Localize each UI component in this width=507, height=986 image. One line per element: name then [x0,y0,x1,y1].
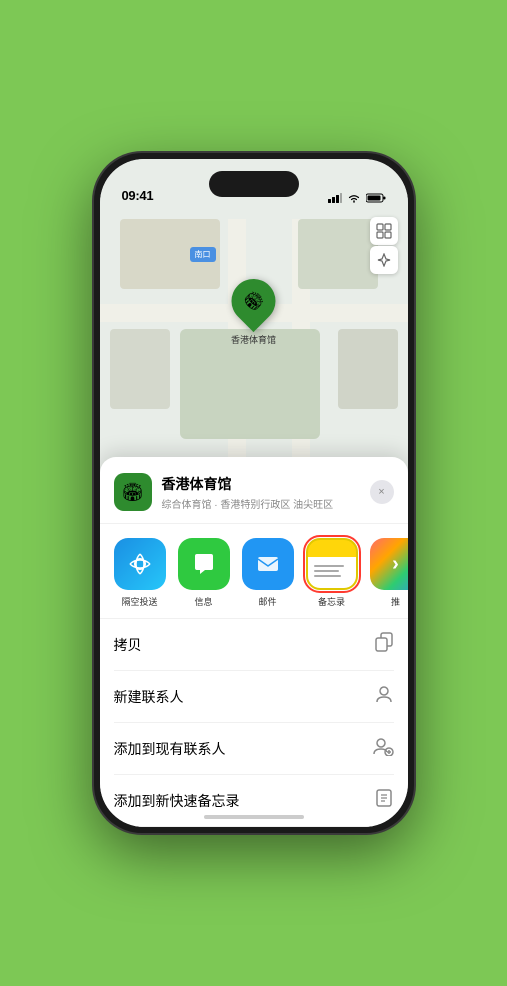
phone-screen: 09:41 [100,159,408,827]
more-icon: › [370,538,408,590]
add-existing-icon [372,736,394,761]
messages-icon [178,538,230,590]
stadium-icon: 🏟 [239,287,268,316]
add-notes-label: 添加到新快速备忘录 [114,791,240,811]
notes-icon [306,538,358,590]
action-add-existing[interactable]: 添加到现有联系人 [114,723,394,775]
notes-label: 备忘录 [318,595,345,608]
battery-icon [366,193,386,203]
new-contact-label: 新建联系人 [114,687,184,707]
action-copy[interactable]: 拷贝 [114,619,394,671]
airdrop-label: 隔空投送 [121,595,157,608]
venue-subtitle: 综合体育馆 · 香港特别行政区 油尖旺区 [162,496,370,511]
action-add-notes[interactable]: 添加到新快速备忘录 [114,775,394,827]
close-button[interactable]: × [370,480,394,504]
mail-label: 邮件 [258,595,276,608]
share-app-mail[interactable]: 邮件 [242,538,294,608]
location-button[interactable] [370,246,398,274]
copy-label: 拷贝 [114,635,142,655]
share-app-airdrop[interactable]: 隔空投送 [114,538,166,608]
home-indicator [204,815,304,819]
map-pin-inner: 🏟 [236,284,270,318]
map-pin[interactable]: 🏟 香港体育馆 [231,279,276,346]
venue-icon: 🏟 [114,473,152,511]
add-notes-icon [374,788,394,813]
action-list: 拷贝 新建联系人 [100,619,408,827]
messages-label: 信息 [194,595,212,608]
mail-icon [242,538,294,590]
venue-info: 香港体育馆 综合体育馆 · 香港特别行政区 油尖旺区 [162,474,370,511]
signal-icon [328,193,342,203]
action-new-contact[interactable]: 新建联系人 [114,671,394,723]
map-label: 南口 [190,247,216,262]
copy-icon [374,632,394,657]
new-contact-icon [374,684,394,709]
venue-name: 香港体育馆 [162,474,370,494]
status-time: 09:41 [122,188,154,203]
wifi-icon [347,193,361,203]
share-app-messages[interactable]: 信息 [178,538,230,608]
share-apps-row: 隔空投送 信息 [100,524,408,619]
dynamic-island [209,171,299,197]
add-existing-label: 添加到现有联系人 [114,739,226,759]
map-pin-label: 香港体育馆 [231,333,276,346]
share-app-notes[interactable]: 备忘录 [306,538,358,608]
map-buttons [370,217,398,274]
map-pin-circle: 🏟 [222,270,284,332]
share-app-more[interactable]: › 推 [370,538,408,608]
more-label: 推 [391,595,400,608]
map-block-2 [298,219,378,289]
airdrop-icon [114,538,166,590]
map-view-button[interactable] [370,217,398,245]
status-icons [328,193,386,203]
phone-frame: 09:41 [94,153,414,833]
venue-header: 🏟 香港体育馆 综合体育馆 · 香港特别行政区 油尖旺区 × [100,473,408,524]
map-block-3 [110,329,170,409]
bottom-sheet: 🏟 香港体育馆 综合体育馆 · 香港特别行政区 油尖旺区 × [100,457,408,827]
map-block-4 [338,329,398,409]
